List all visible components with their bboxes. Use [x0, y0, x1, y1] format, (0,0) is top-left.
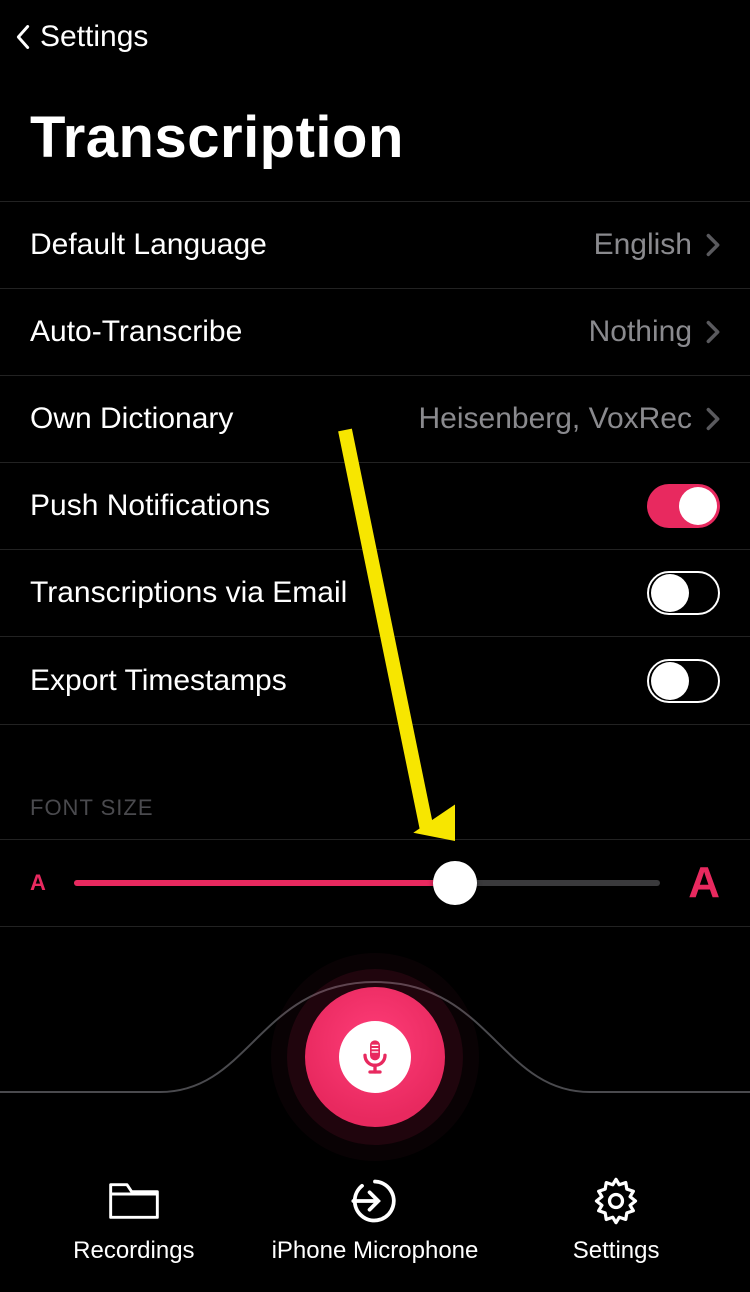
- row-label: Auto-Transcribe: [30, 315, 242, 349]
- row-value-wrap: English: [594, 228, 720, 262]
- tab-recordings[interactable]: Recordings: [44, 1175, 224, 1265]
- chevron-right-icon: [706, 320, 720, 344]
- folder-icon: [106, 1175, 162, 1227]
- microphone-icon: [339, 1021, 411, 1093]
- enter-circle-icon: [347, 1175, 403, 1227]
- record-button[interactable]: [305, 987, 445, 1127]
- row-value-wrap: Heisenberg, VoxRec: [419, 402, 721, 436]
- row-transcriptions-email: Transcriptions via Email: [0, 550, 750, 637]
- nav-back-label: Settings: [40, 20, 148, 54]
- row-label: Export Timestamps: [30, 664, 287, 698]
- row-value-wrap: Nothing: [589, 315, 720, 349]
- slider-fill: [74, 880, 455, 886]
- tab-label: iPhone Microphone: [272, 1237, 479, 1265]
- chevron-right-icon: [706, 233, 720, 257]
- tab-label: Recordings: [73, 1237, 194, 1265]
- row-auto-transcribe[interactable]: Auto-Transcribe Nothing: [0, 289, 750, 376]
- page-title: Transcription: [0, 64, 750, 201]
- settings-list: Default Language English Auto-Transcribe…: [0, 201, 750, 725]
- tab-microphone[interactable]: iPhone Microphone: [272, 1175, 479, 1265]
- chevron-right-icon: [706, 407, 720, 431]
- slider-thumb[interactable]: [433, 861, 477, 905]
- toggle-transcriptions-email[interactable]: [647, 571, 720, 615]
- row-value: Heisenberg, VoxRec: [419, 402, 693, 436]
- tab-label: Settings: [573, 1237, 660, 1265]
- row-label: Default Language: [30, 228, 267, 262]
- font-size-large-icon: A: [688, 858, 720, 908]
- gear-icon: [588, 1175, 644, 1227]
- row-label: Push Notifications: [30, 489, 270, 523]
- chevron-left-icon: [14, 22, 32, 52]
- font-size-row: A A: [0, 839, 750, 927]
- tab-settings[interactable]: Settings: [526, 1175, 706, 1265]
- toggle-export-timestamps[interactable]: [647, 659, 720, 703]
- row-export-timestamps: Export Timestamps: [0, 637, 750, 724]
- row-default-language[interactable]: Default Language English: [0, 202, 750, 289]
- nav-back[interactable]: Settings: [0, 0, 750, 64]
- row-push-notifications: Push Notifications: [0, 463, 750, 550]
- row-label: Own Dictionary: [30, 402, 233, 436]
- section-header-font-size: FONT SIZE: [0, 725, 750, 839]
- toggle-push-notifications[interactable]: [647, 484, 720, 528]
- row-value: Nothing: [589, 315, 692, 349]
- row-own-dictionary[interactable]: Own Dictionary Heisenberg, VoxRec: [0, 376, 750, 463]
- tab-bar: Recordings iPhone Microphone Settings: [0, 1147, 750, 1292]
- font-size-small-icon: A: [30, 870, 46, 896]
- font-size-slider[interactable]: [74, 861, 660, 905]
- row-value: English: [594, 228, 692, 262]
- row-label: Transcriptions via Email: [30, 576, 347, 610]
